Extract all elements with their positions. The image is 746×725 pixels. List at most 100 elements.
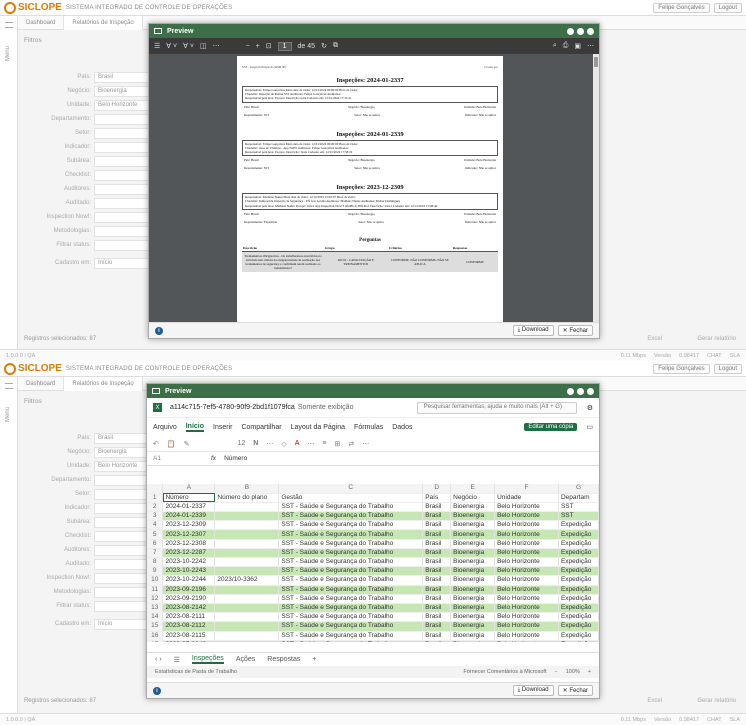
font-color-icon[interactable]: A bbox=[295, 440, 300, 447]
highlight-icon[interactable]: ∀ ˅ bbox=[166, 42, 177, 50]
page-view-icon[interactable]: ◫ bbox=[200, 42, 207, 50]
table-cell[interactable]: Belo Horizonte bbox=[494, 548, 559, 559]
overflow-icon[interactable]: ⋯ bbox=[587, 42, 594, 50]
filter-field[interactable]: Belo Horizonte bbox=[94, 99, 154, 111]
row-number[interactable]: 11 bbox=[147, 585, 164, 595]
table-cell[interactable]: SST - Saúde e Segurança do Trabalho bbox=[278, 594, 424, 604]
add-sheet-icon[interactable]: + bbox=[312, 656, 316, 663]
table-cell[interactable]: Brasil bbox=[422, 539, 452, 549]
row-number[interactable]: 6 bbox=[147, 539, 164, 549]
table-cell[interactable]: 2023-10-2243 bbox=[162, 566, 216, 577]
table-cell[interactable]: Brasil bbox=[422, 640, 452, 642]
info-icon[interactable]: i bbox=[155, 326, 163, 335]
filter-field[interactable] bbox=[94, 516, 154, 528]
date-field[interactable]: Início bbox=[94, 618, 154, 630]
maximize-icon[interactable] bbox=[577, 27, 584, 35]
generate-report-button[interactable]: Gerar relatório bbox=[697, 698, 736, 704]
format-painter-icon[interactable]: ✎ bbox=[184, 440, 190, 448]
table-cell[interactable]: Expedição bbox=[558, 603, 599, 614]
date-field[interactable]: Início bbox=[94, 257, 154, 269]
more-font-icon[interactable]: ⋯ bbox=[266, 440, 273, 448]
row-number[interactable]: 10 bbox=[147, 575, 164, 586]
table-cell[interactable]: Belo Horizonte bbox=[494, 539, 559, 549]
filter-field[interactable] bbox=[94, 474, 154, 486]
column-header[interactable]: D bbox=[422, 484, 452, 494]
table-cell[interactable]: Expedição bbox=[558, 566, 599, 577]
row-number[interactable]: 1 bbox=[147, 493, 164, 503]
sheets-menu-icon[interactable]: ☰ bbox=[174, 656, 180, 664]
menu-f-rmulas[interactable]: Fórmulas bbox=[354, 424, 383, 431]
find-icon[interactable]: ⌕ bbox=[553, 42, 557, 50]
table-cell[interactable]: SST - Saúde e Segurança do Trabalho bbox=[278, 520, 424, 531]
spreadsheet-grid[interactable]: A B C D E F G 1 Número Número do plano Gestão País N… bbox=[147, 484, 599, 642]
table-cell[interactable] bbox=[214, 529, 280, 540]
feedback-link[interactable]: Fornecer Comentários à Microsoft bbox=[463, 669, 546, 675]
row-number[interactable]: 13 bbox=[147, 603, 164, 614]
filter-field[interactable] bbox=[94, 225, 154, 237]
tab-relatorios[interactable]: Relatórios de Inspeção bbox=[64, 15, 143, 30]
table-cell[interactable]: SST - Saúde e Segurança do Trabalho bbox=[278, 502, 424, 513]
draw-icon[interactable]: ∀ ˅ bbox=[183, 42, 194, 50]
table-cell[interactable]: Expedição bbox=[558, 621, 599, 632]
table-cell[interactable]: 2023-08-2142 bbox=[162, 603, 216, 614]
table-cell[interactable] bbox=[214, 548, 280, 559]
table-cell[interactable]: SST - Saúde e Segurança do Trabalho bbox=[278, 557, 424, 568]
header-cell[interactable]: Número do plano bbox=[214, 493, 280, 503]
column-header[interactable]: F bbox=[494, 484, 559, 494]
row-number[interactable]: 12 bbox=[147, 594, 164, 604]
menu-layout-da-p-gina[interactable]: Layout da Página bbox=[291, 424, 346, 431]
logout-button[interactable]: Logout bbox=[713, 363, 742, 374]
settings-icon[interactable]: ⚙ bbox=[587, 404, 593, 412]
row-number[interactable]: 4 bbox=[147, 520, 164, 531]
row-number[interactable]: 8 bbox=[147, 557, 164, 568]
table-cell[interactable] bbox=[214, 612, 280, 623]
table-cell[interactable]: Expedição bbox=[558, 640, 599, 642]
row-number[interactable]: 15 bbox=[147, 621, 164, 632]
table-cell[interactable]: Bioenergia bbox=[450, 640, 496, 642]
filter-field[interactable] bbox=[94, 530, 154, 542]
menu-label[interactable]: Menu bbox=[5, 407, 11, 422]
row-number[interactable]: 14 bbox=[147, 612, 164, 623]
table-cell[interactable]: Expedição bbox=[558, 548, 599, 559]
table-cell[interactable]: Brasil bbox=[422, 529, 452, 540]
table-cell[interactable]: Bioenergia bbox=[450, 511, 496, 522]
close-icon[interactable] bbox=[587, 387, 594, 395]
filter-field[interactable] bbox=[94, 127, 154, 139]
table-cell[interactable]: Belo Horizonte bbox=[494, 529, 559, 540]
tab-dashboard[interactable]: Dashboard bbox=[18, 15, 65, 30]
table-cell[interactable]: Belo Horizonte bbox=[494, 631, 559, 641]
number-format-icon[interactable]: ⊞ bbox=[334, 440, 340, 448]
table-cell[interactable]: 2023-09-2196 bbox=[162, 585, 216, 595]
filter-field[interactable] bbox=[94, 239, 154, 251]
table-cell[interactable] bbox=[214, 502, 280, 513]
zoom-in-icon[interactable]: + bbox=[256, 43, 260, 50]
table-cell[interactable]: SST - Saúde e Segurança do Trabalho bbox=[278, 529, 424, 540]
table-cell[interactable]: 2023/10-3362 bbox=[214, 575, 280, 586]
corner-cell[interactable] bbox=[147, 484, 164, 494]
filter-field[interactable] bbox=[94, 113, 154, 125]
paste-icon[interactable]: 📋 bbox=[167, 440, 176, 448]
table-cell[interactable]: Brasil bbox=[422, 594, 452, 604]
filter-field[interactable] bbox=[94, 155, 154, 167]
filter-field[interactable] bbox=[94, 572, 154, 584]
table-cell[interactable] bbox=[214, 603, 280, 614]
header-cell[interactable]: Unidade bbox=[494, 493, 559, 503]
filter-field[interactable]: Brasil bbox=[94, 432, 154, 444]
table-cell[interactable]: Brasil bbox=[422, 502, 452, 513]
more-tools-icon[interactable]: ⋯ bbox=[362, 440, 369, 448]
zoom-in-icon[interactable]: + bbox=[588, 669, 591, 675]
table-cell[interactable]: Bioenergia bbox=[450, 603, 496, 614]
table-cell[interactable]: Expedição bbox=[558, 612, 599, 623]
table-cell[interactable]: Bioenergia bbox=[450, 621, 496, 632]
read-aloud-icon[interactable]: ⧉ bbox=[333, 42, 338, 50]
overflow-icon[interactable]: ⋯ bbox=[307, 440, 314, 448]
table-cell[interactable]: SST - Saúde e Segurança do Trabalho bbox=[278, 612, 424, 623]
filter-field[interactable]: Bioenergia bbox=[94, 85, 154, 97]
align-icon[interactable]: ≡ bbox=[322, 440, 326, 447]
edit-copy-button[interactable]: Editar uma cópia bbox=[524, 423, 578, 431]
search-input[interactable]: Pesquisar ferramentas, ajuda e muito mai… bbox=[416, 401, 577, 414]
name-box[interactable]: A1 bbox=[153, 455, 203, 462]
column-header[interactable]: B bbox=[214, 484, 280, 494]
pdf-viewport[interactable]: SST - Inspeção/Inspeção MSB 4N Criado po… bbox=[149, 54, 593, 322]
table-cell[interactable]: 2023-12-2309 bbox=[162, 520, 216, 531]
